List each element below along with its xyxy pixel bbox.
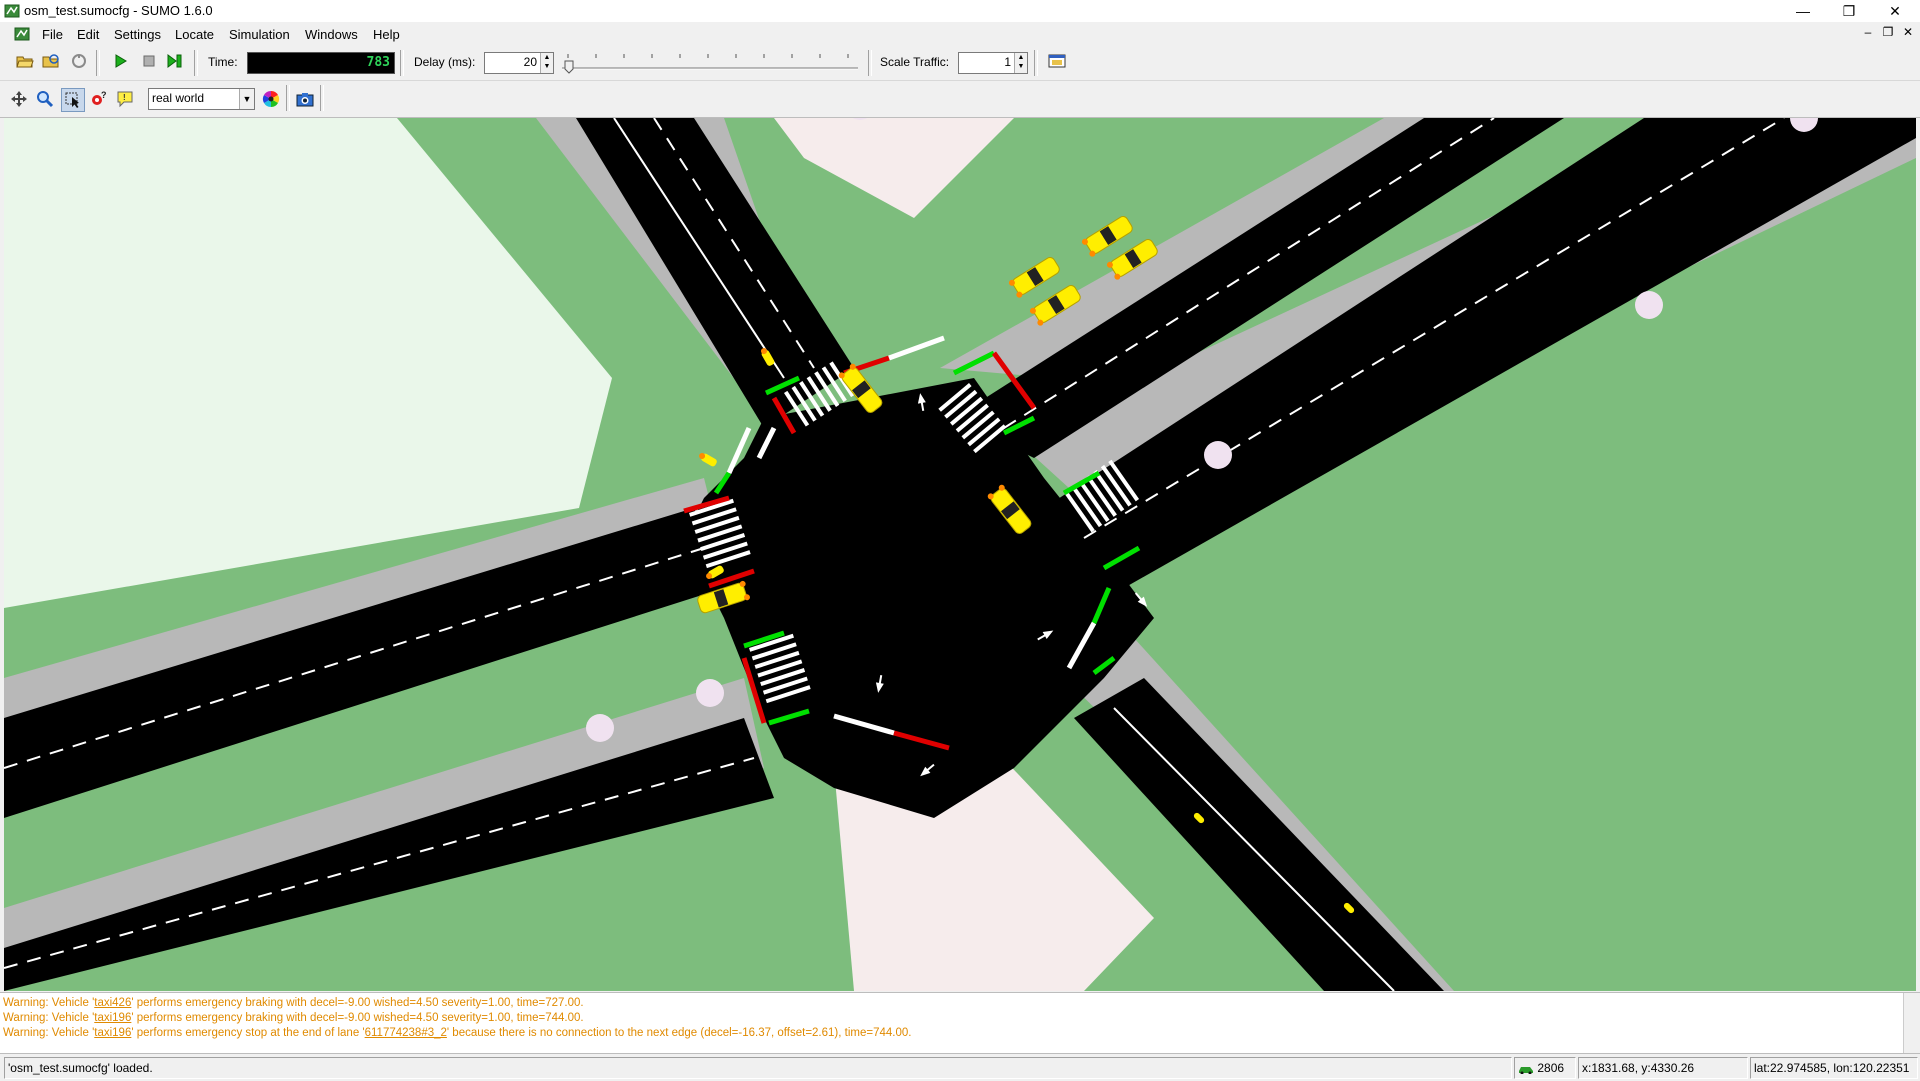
toolbar-separator xyxy=(320,85,324,111)
scale-traffic-input[interactable] xyxy=(961,54,1011,70)
delay-slider-thumb[interactable] xyxy=(564,60,574,74)
color-scheme-select[interactable]: real world ▼ xyxy=(148,88,255,110)
select-icon[interactable] xyxy=(61,88,85,112)
time-label: Time: xyxy=(208,55,238,69)
scale-spinner-arrows[interactable]: ▲ ▼ xyxy=(1014,53,1027,73)
mdi-window-icon[interactable] xyxy=(14,26,30,42)
close-button[interactable]: ✕ xyxy=(1872,0,1918,22)
status-bar: 'osm_test.sumocfg' loaded. 2806 x:1831.6… xyxy=(0,1053,1920,1081)
menu-bar: File Edit Settings Locate Simulation Win… xyxy=(0,22,1920,46)
mdi-minimize-button[interactable]: – xyxy=(1860,25,1876,39)
delay-slider[interactable] xyxy=(560,50,860,74)
poi-marker xyxy=(586,714,614,742)
lane-link[interactable]: 611774238#3_2 xyxy=(365,1027,447,1039)
delay-spinner-arrows[interactable]: ▲ ▼ xyxy=(540,53,553,73)
toolbar-separator xyxy=(868,50,872,76)
poi-marker xyxy=(1635,291,1663,319)
stop-icon[interactable] xyxy=(138,50,160,72)
cursor-latlon: lat:22.974585, lon:120.22351 xyxy=(1750,1057,1918,1079)
locate-icon[interactable]: ? xyxy=(88,88,110,110)
close-sim-icon[interactable] xyxy=(68,50,90,72)
message-log[interactable]: Warning: Vehicle 'taxi426' performs emer… xyxy=(0,992,1920,1053)
delay-input[interactable] xyxy=(487,54,537,70)
menu-edit[interactable]: Edit xyxy=(77,27,99,42)
toolbar-separator xyxy=(286,85,290,111)
sumo-app-icon xyxy=(4,4,20,18)
recenter-icon[interactable] xyxy=(8,88,30,110)
new-view-icon[interactable] xyxy=(1046,50,1068,72)
toolbar-separator xyxy=(96,50,100,76)
title-bar: osm_test.sumocfg - SUMO 1.6.0 — ❐ ✕ xyxy=(0,0,1920,22)
cursor-coords: x:1831.68, y:4330.26 xyxy=(1578,1057,1748,1079)
menu-windows[interactable]: Windows xyxy=(305,27,358,42)
scale-traffic-spinner[interactable]: ▲▼ xyxy=(958,52,1028,74)
vehicle-count-value: 2806 xyxy=(1537,1061,1565,1075)
log-text: Warning: Vehicle ' xyxy=(3,997,95,1009)
menu-help[interactable]: Help xyxy=(373,27,400,42)
poi-marker xyxy=(1204,441,1232,469)
chevron-down-icon[interactable]: ▼ xyxy=(239,89,254,109)
toolbar-separator xyxy=(194,50,198,76)
menu-locate[interactable]: Locate xyxy=(175,27,214,42)
run-icon[interactable] xyxy=(110,50,132,72)
menu-simulation[interactable]: Simulation xyxy=(229,27,290,42)
scale-traffic-label: Scale Traffic: xyxy=(880,55,950,69)
color-wheel-icon[interactable] xyxy=(260,88,282,110)
mdi-restore-button[interactable]: ❐ xyxy=(1880,25,1896,39)
log-scrollbar[interactable] xyxy=(1903,993,1920,1053)
log-text: ' because there is no connection to the … xyxy=(446,1027,912,1039)
tooltip-icon[interactable]: ! xyxy=(114,88,136,110)
view-toolbar: ? ! real world ▼ xyxy=(0,81,1920,118)
svg-text:?: ? xyxy=(101,90,107,100)
time-display: 783 xyxy=(247,52,395,74)
poi-marker xyxy=(696,679,724,707)
vehicle-link[interactable]: taxi426 xyxy=(94,997,131,1009)
minimize-button[interactable]: — xyxy=(1780,0,1826,22)
log-text: ' performs emergency stop at the end of … xyxy=(131,1027,365,1039)
network-view[interactable] xyxy=(4,118,1916,991)
log-line: Warning: Vehicle 'taxi196' performs emer… xyxy=(3,1027,911,1039)
svg-text:!: ! xyxy=(123,93,126,102)
log-line: Warning: Vehicle 'taxi426' performs emer… xyxy=(3,997,584,1009)
car-icon xyxy=(1519,1066,1533,1075)
mdi-close-button[interactable]: ✕ xyxy=(1900,25,1916,39)
window-title: osm_test.sumocfg - SUMO 1.6.0 xyxy=(24,3,213,18)
zoom-icon[interactable] xyxy=(34,88,56,110)
network-canvas[interactable] xyxy=(4,118,1916,991)
menu-file[interactable]: File xyxy=(42,27,63,42)
menu-settings[interactable]: Settings xyxy=(114,27,161,42)
log-text: Warning: Vehicle ' xyxy=(3,1012,95,1024)
open-file-icon[interactable] xyxy=(14,50,36,72)
step-icon[interactable] xyxy=(164,50,186,72)
status-message: 'osm_test.sumocfg' loaded. xyxy=(4,1057,1512,1079)
time-value: 783 xyxy=(366,55,390,70)
delay-spinner[interactable]: ▲▼ xyxy=(484,52,554,74)
color-scheme-value: real world xyxy=(152,91,205,105)
toolbar-separator xyxy=(1034,50,1038,76)
delay-label: Delay (ms): xyxy=(414,55,476,69)
restore-button[interactable]: ❐ xyxy=(1826,0,1872,22)
log-line: Warning: Vehicle 'taxi196' performs emer… xyxy=(3,1012,584,1024)
vehicle-link[interactable]: taxi196 xyxy=(94,1027,131,1039)
log-text: Warning: Vehicle ' xyxy=(3,1027,95,1039)
log-text: ' performs emergency braking with decel=… xyxy=(131,997,584,1009)
screenshot-icon[interactable] xyxy=(294,88,316,110)
toolbar-separator xyxy=(400,50,404,76)
reload-icon[interactable] xyxy=(40,50,62,72)
vehicle-link[interactable]: taxi196 xyxy=(94,1012,131,1024)
vehicle-count: 2806 xyxy=(1514,1057,1576,1079)
log-text: ' performs emergency braking with decel=… xyxy=(131,1012,584,1024)
